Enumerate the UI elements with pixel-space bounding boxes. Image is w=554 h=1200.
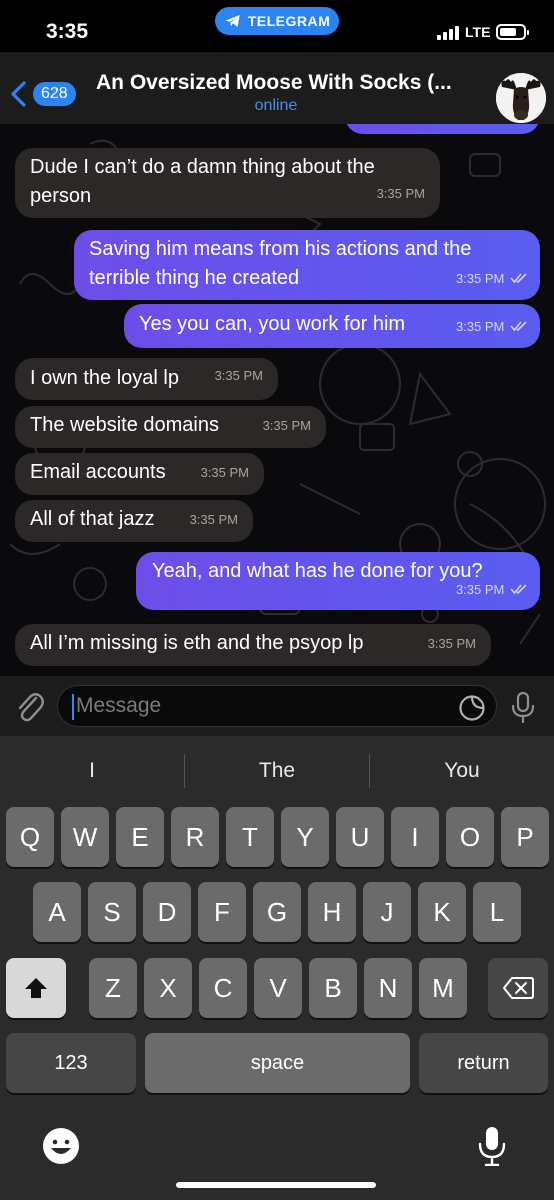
message-time: 3:35 PM: [214, 368, 263, 383]
key-k[interactable]: K: [418, 882, 466, 942]
moose-avatar-icon: [496, 73, 546, 123]
key-x[interactable]: X: [144, 958, 192, 1018]
keyboard: I The You Q W E R T Y U I O P A S D F G …: [0, 736, 554, 1200]
return-key[interactable]: return: [419, 1033, 548, 1093]
key-p[interactable]: P: [501, 807, 549, 867]
message-bubble[interactable]: Yeah, and what has he done for you? 3:35…: [136, 552, 540, 610]
key-v[interactable]: V: [254, 958, 302, 1018]
key-b[interactable]: B: [309, 958, 357, 1018]
message-input[interactable]: [57, 685, 497, 727]
key-z[interactable]: Z: [89, 958, 137, 1018]
key-c[interactable]: C: [199, 958, 247, 1018]
key-a[interactable]: A: [33, 882, 81, 942]
message-meta: 3:35 PM: [456, 312, 528, 341]
key-f[interactable]: F: [198, 882, 246, 942]
message-bubble[interactable]: I own the loyal lp 3:35 PM: [15, 358, 278, 400]
key-d[interactable]: D: [143, 882, 191, 942]
key-j[interactable]: J: [363, 882, 411, 942]
battery-icon: [496, 24, 529, 40]
message-meta: 3:35 PM: [456, 264, 528, 293]
network-label: LTE: [465, 24, 491, 40]
suggestion-item[interactable]: I: [0, 736, 184, 806]
status-time: 3:35: [46, 20, 89, 43]
message-time: 3:35 PM: [455, 582, 505, 597]
key-w[interactable]: W: [61, 807, 109, 867]
key-e[interactable]: E: [116, 807, 164, 867]
sticker-icon[interactable]: [458, 694, 486, 722]
chat-header: 628 An Oversized Moose With Socks (... o…: [0, 52, 554, 124]
microphone-icon[interactable]: [510, 691, 536, 723]
suggestion-bar: I The You: [0, 736, 554, 806]
key-g[interactable]: G: [253, 882, 301, 942]
key-u[interactable]: U: [336, 807, 384, 867]
suggestion-item[interactable]: The: [185, 736, 369, 806]
back-unread-badge[interactable]: 628: [33, 82, 76, 106]
message-meta: 3:35 PM: [456, 575, 528, 604]
message-text: All of that jazz: [30, 508, 155, 530]
message-time: 3:35 PM: [189, 512, 238, 527]
dictation-mic-icon[interactable]: [478, 1126, 506, 1166]
shift-arrow-icon: [25, 978, 47, 998]
message-bubble[interactable]: Dude I can’t do a damn thing about the p…: [15, 148, 440, 218]
suggestion-item[interactable]: You: [370, 736, 554, 806]
message-time: 3:35 PM: [200, 465, 249, 480]
message-text: Email accounts: [30, 461, 166, 483]
key-o[interactable]: O: [446, 807, 494, 867]
paperclip-icon[interactable]: [14, 690, 44, 724]
avatar[interactable]: [496, 73, 546, 123]
key-q[interactable]: Q: [6, 807, 54, 867]
message-time: 3:35 PM: [455, 271, 505, 286]
telegram-pill-label: TELEGRAM: [247, 13, 331, 29]
home-indicator: [176, 1182, 376, 1188]
message-text: All I’m missing is eth and the psyop lp: [30, 632, 364, 654]
message-time: 3:35 PM: [455, 319, 505, 334]
message-bubble[interactable]: All of that jazz 3:35 PM: [15, 500, 253, 542]
message-input-bar: [0, 676, 554, 736]
backspace-key[interactable]: [488, 958, 548, 1018]
key-i[interactable]: I: [391, 807, 439, 867]
key-l[interactable]: L: [473, 882, 521, 942]
numbers-key[interactable]: 123: [6, 1033, 136, 1093]
shift-key[interactable]: [6, 958, 66, 1018]
status-bar: 3:35 TELEGRAM LTE: [0, 0, 554, 52]
message-bubble[interactable]: Saving him means from his actions and th…: [74, 230, 540, 300]
double-check-icon: [510, 321, 527, 332]
double-check-icon: [510, 273, 527, 284]
key-s[interactable]: S: [88, 882, 136, 942]
telegram-icon: [225, 15, 240, 27]
message-text: Yes you can, you work for him: [139, 313, 406, 335]
message-time: 3:35 PM: [427, 636, 476, 651]
chat-title[interactable]: An Oversized Moose With Socks (...: [96, 71, 488, 95]
message-text: Yeah, and what has he done for you?: [152, 560, 483, 582]
chat-status: online: [254, 97, 298, 114]
message-time: 3:35 PM: [262, 418, 311, 433]
message-bubble[interactable]: All I’m missing is eth and the psyop lp …: [15, 624, 491, 666]
key-n[interactable]: N: [364, 958, 412, 1018]
key-h[interactable]: H: [308, 882, 356, 942]
message-text: Saving him means from his actions and th…: [89, 238, 472, 289]
message-bubble[interactable]: The website domains 3:35 PM: [15, 406, 326, 448]
space-key[interactable]: space: [145, 1033, 410, 1093]
double-check-icon: [510, 584, 527, 595]
message-text: Dude I can’t do a damn thing about the p…: [30, 156, 375, 207]
message-bubble[interactable]: Yes you can, you work for him 3:35 PM: [124, 304, 540, 348]
message-text: I own the loyal lp: [30, 367, 179, 389]
emoji-icon[interactable]: [42, 1127, 80, 1165]
signal-icon: [437, 26, 459, 40]
text-cursor: [72, 694, 74, 720]
key-m[interactable]: M: [419, 958, 467, 1018]
key-y[interactable]: Y: [281, 807, 329, 867]
message-time: 3:35 PM: [376, 186, 425, 201]
key-t[interactable]: T: [226, 807, 274, 867]
back-chevron-icon[interactable]: [8, 80, 30, 108]
key-r[interactable]: R: [171, 807, 219, 867]
backspace-icon: [503, 977, 534, 999]
telegram-pill[interactable]: TELEGRAM: [215, 7, 339, 35]
message-bubble-partial[interactable]: [345, 124, 540, 134]
message-text: The website domains: [30, 414, 219, 436]
message-bubble[interactable]: Email accounts 3:35 PM: [15, 453, 264, 495]
chat-area[interactable]: Dude I can’t do a damn thing about the p…: [0, 124, 554, 676]
